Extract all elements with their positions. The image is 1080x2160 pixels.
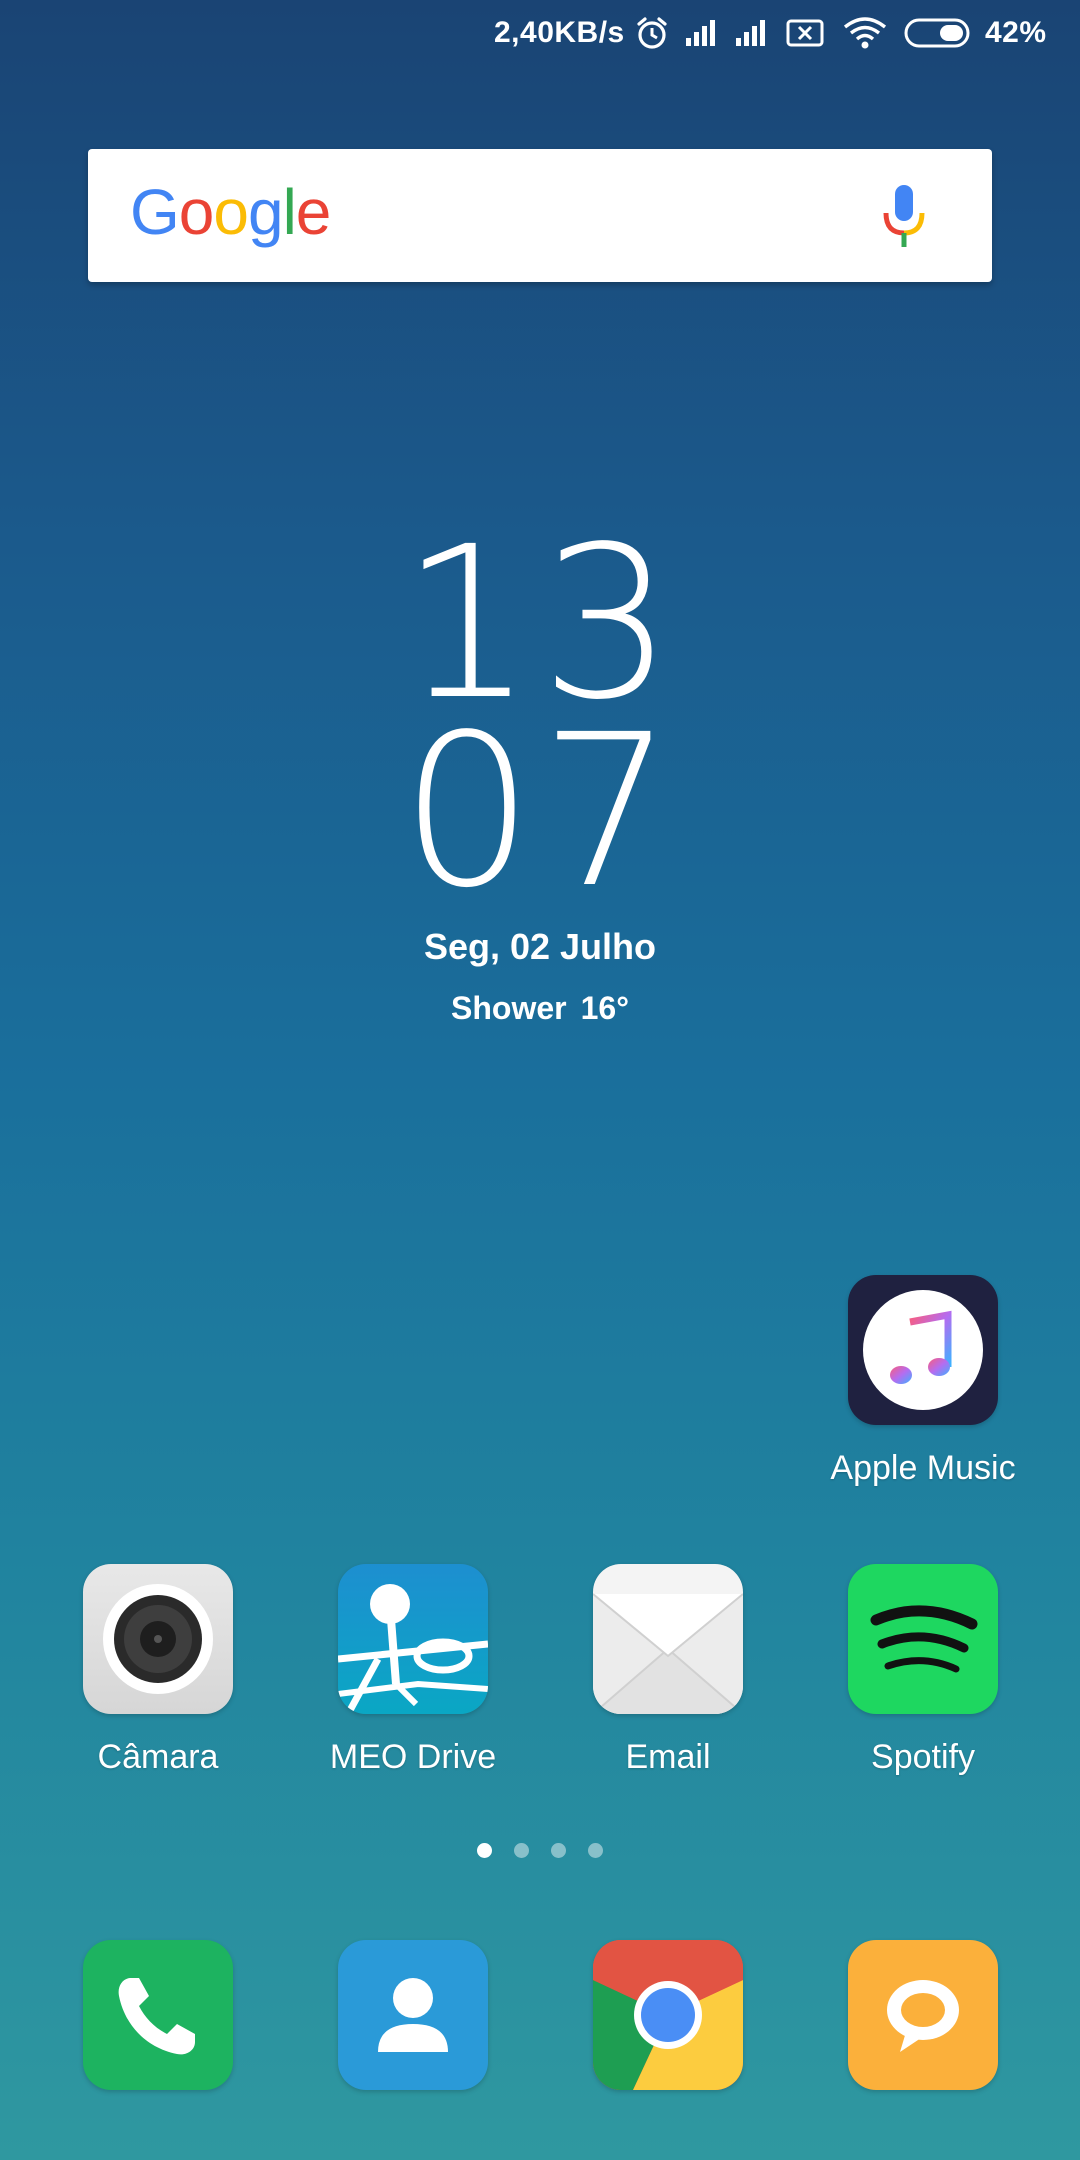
- app-label: Email: [625, 1738, 711, 1776]
- app-email[interactable]: Email: [558, 1564, 778, 1777]
- dock-phone[interactable]: [48, 1940, 268, 2090]
- dock-contacts[interactable]: [303, 1940, 523, 2090]
- microphone-icon[interactable]: [878, 183, 930, 253]
- network-speed: 2,40KB/s: [494, 16, 625, 49]
- clock-widget[interactable]: 13 07: [0, 519, 1080, 934]
- app-apple-music[interactable]: Apple Music: [813, 1275, 1033, 1488]
- app-meo-drive[interactable]: MEO Drive: [303, 1564, 523, 1777]
- date-label[interactable]: Seg, 02 Julho: [0, 926, 1080, 968]
- google-logo-letter: e: [295, 176, 332, 248]
- app-spotify[interactable]: Spotify: [813, 1564, 1033, 1777]
- chrome-icon: [593, 1940, 743, 2090]
- google-logo-letter: G: [130, 176, 180, 248]
- google-logo-letter: o: [178, 176, 215, 248]
- google-logo-letter: o: [213, 176, 249, 248]
- page-dot[interactable]: [551, 1843, 566, 1858]
- weather-label[interactable]: Shower 16°: [0, 990, 1080, 1027]
- contacts-icon: [338, 1940, 488, 2090]
- status-bar[interactable]: 2,40KB/s 42%: [0, 0, 1080, 66]
- app-label: Câmara: [97, 1738, 219, 1776]
- google-search-bar[interactable]: Google: [88, 149, 992, 282]
- page-indicator[interactable]: [0, 1843, 1080, 1858]
- dock-chrome[interactable]: [558, 1940, 778, 2090]
- apple-music-icon: [848, 1275, 998, 1425]
- app-label: Spotify: [871, 1738, 975, 1776]
- page-dot[interactable]: [514, 1843, 529, 1858]
- page-dot[interactable]: [588, 1843, 603, 1858]
- app-label: Apple Music: [830, 1449, 1016, 1487]
- signal-icon: [684, 0, 718, 66]
- weather-temperature: 16°: [580, 990, 629, 1026]
- page-dot[interactable]: [477, 1843, 492, 1858]
- email-icon: [593, 1564, 743, 1714]
- meo-drive-icon: [338, 1564, 488, 1714]
- spotify-icon: [848, 1564, 998, 1714]
- wifi-icon: [842, 0, 888, 66]
- phone-icon: [83, 1940, 233, 2090]
- battery-icon: [904, 0, 972, 66]
- messages-icon: [848, 1940, 998, 2090]
- google-logo: Google: [130, 175, 332, 249]
- sim-no-service-icon: [786, 0, 824, 66]
- dock-messages[interactable]: [813, 1940, 1033, 2090]
- google-logo-letter: g: [247, 176, 284, 248]
- alarm-icon: [634, 0, 670, 66]
- weather-condition: Shower: [451, 990, 567, 1026]
- google-logo-letter: l: [282, 176, 297, 248]
- app-camera[interactable]: Câmara: [48, 1564, 268, 1777]
- camera-icon: [83, 1564, 233, 1714]
- clock-minutes: 07: [400, 689, 680, 934]
- app-label: MEO Drive: [329, 1738, 497, 1776]
- signal-icon: [734, 0, 768, 66]
- battery-percent: 42%: [985, 16, 1047, 49]
